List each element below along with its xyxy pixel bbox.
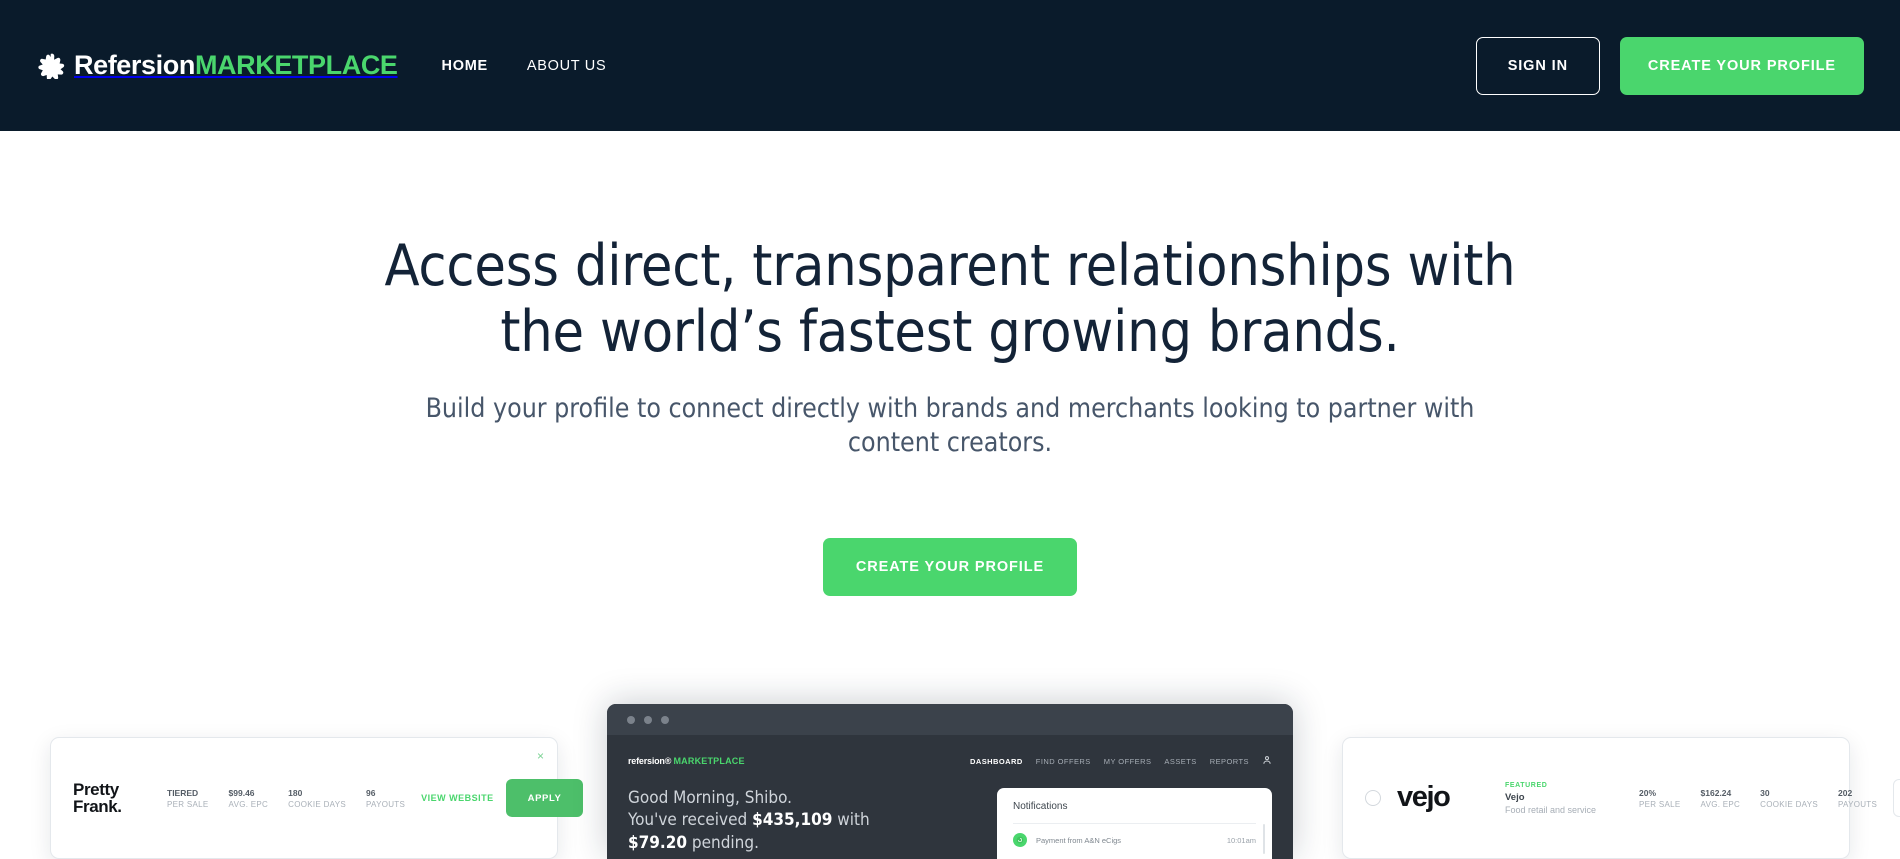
brand-word-marketplace: MARKETPLACE	[194, 50, 398, 80]
notifications-card: Notifications Payment from A&N eCigs 10:…	[997, 788, 1272, 859]
stat-label: PER SALE	[1639, 799, 1681, 809]
stat-label: AVG. EPC	[1700, 799, 1741, 809]
dashboard-brand-word-marketplace: MARKETPLACE	[673, 756, 745, 766]
mockup-stage: Pretty Frank. TIERED PER SALE $99.46 AVG…	[0, 699, 1900, 859]
header-actions: SIGN IN CREATE YOUR PROFILE	[1475, 36, 1864, 95]
offer-logo-pretty-frank: Pretty Frank.	[73, 779, 151, 816]
close-icon[interactable]: ×	[537, 750, 544, 762]
notification-text: Payment from A&N eCigs	[1036, 835, 1122, 845]
offer-name: Vejo	[1505, 791, 1525, 803]
view-website-link[interactable]: VIEW WEBSITE	[421, 793, 494, 803]
offer-logo-vejo: vejo	[1397, 781, 1451, 814]
greeting-post: pending.	[687, 832, 759, 853]
dashboard-greeting: Good Morning, Shibo. You've received $43…	[628, 787, 928, 854]
stat-label: PAYOUTS	[365, 799, 406, 809]
browser-close-dot-icon	[627, 715, 635, 724]
brand-wordmark: RefersionMARKETPLACE	[74, 52, 398, 79]
stat-label: COOKIE DAYS	[1760, 799, 1818, 809]
browser-maximize-dot-icon	[661, 715, 669, 724]
hero-cta-container: CREATE YOUR PROFILE	[0, 538, 1900, 597]
offer-card-pretty-frank[interactable]: Pretty Frank. TIERED PER SALE $99.46 AVG…	[50, 737, 584, 859]
greeting-line-2: You've received $435,109 with $79.20 pen…	[628, 809, 928, 854]
main-navigation: HOME ABOUT US	[442, 58, 607, 74]
stat-value: 96	[365, 787, 376, 798]
offer-stats-vejo: 20% PER SALE $162.24 AVG. EPC 30 COOKIE …	[1639, 788, 1877, 809]
stat-label: PAYOUTS	[1837, 799, 1878, 809]
dashboard-brand-logo: refersion® MARKETPLACE	[628, 756, 745, 766]
apply-button-pretty-frank[interactable]: APPLY	[505, 779, 584, 817]
offer-stat: $162.24 AVG. EPC	[1701, 788, 1741, 809]
offer-stat: TIERED PER SALE	[167, 788, 209, 809]
nav-item-home[interactable]: HOME	[442, 58, 488, 74]
greeting-amount-received: $435,109	[752, 810, 833, 831]
offer-actions-vejo: DETAILS APPLY	[1893, 779, 1900, 817]
offer-select-checkbox[interactable]	[1365, 790, 1381, 806]
stat-value: 30	[1760, 787, 1770, 798]
notifications-scrollbar[interactable]	[1263, 824, 1265, 854]
greeting-mid: with	[832, 810, 870, 831]
dashboard-nav-item-reports[interactable]: REPORTS	[1210, 757, 1249, 766]
stat-value: 180	[288, 787, 303, 798]
hero-section: Access direct, transparent relationships…	[0, 131, 1900, 859]
details-button[interactable]: DETAILS	[1893, 779, 1900, 817]
hero-title: Access direct, transparent relationships…	[384, 233, 1516, 366]
dashboard-browser-mockup: refersion® MARKETPLACE DASHBOARD FIND OF…	[607, 704, 1293, 859]
featured-badge: FEATURED	[1505, 781, 1548, 789]
person-icon[interactable]	[1262, 752, 1272, 770]
offer-stat: 30 COOKIE DAYS	[1760, 788, 1818, 809]
stat-label: PER SALE	[167, 799, 209, 809]
dashboard-nav-item-my-offers[interactable]: MY OFFERS	[1104, 757, 1152, 766]
offer-category: Food retail and service	[1505, 804, 1597, 815]
stat-value: $99.46	[228, 787, 255, 798]
stat-value: $162.24	[1700, 787, 1732, 798]
nav-item-about-us[interactable]: ABOUT US	[527, 58, 606, 74]
clover-asterisk-icon	[38, 52, 65, 79]
offer-stat: 20% PER SALE	[1639, 788, 1681, 809]
stat-label: COOKIE DAYS	[288, 799, 346, 809]
dashboard-navigation: DASHBOARD FIND OFFERS MY OFFERS ASSETS R…	[970, 752, 1272, 770]
stat-label: AVG. EPC	[228, 799, 269, 809]
dashboard-nav-item-assets[interactable]: ASSETS	[1164, 757, 1196, 766]
notification-avatar-icon	[1013, 833, 1027, 847]
browser-title-bar	[607, 704, 1293, 735]
greeting-amount-pending: $79.20	[628, 832, 688, 853]
offer-stat: 96 PAYOUTS	[366, 788, 405, 809]
offer-card-vejo[interactable]: vejo FEATURED Vejo Food retail and servi…	[1342, 737, 1900, 859]
greeting-line-1: Good Morning, Shibo.	[628, 788, 793, 808]
hero-content: Access direct, transparent relationships…	[0, 131, 1900, 597]
dashboard-brand-word-refersion: refersion®	[628, 756, 672, 766]
create-your-profile-button-header[interactable]: CREATE YOUR PROFILE	[1619, 36, 1864, 95]
brand-logo[interactable]: RefersionMARKETPLACE	[38, 52, 398, 79]
notification-item[interactable]: Payment from A&N eCigs 10:01am	[1013, 824, 1256, 847]
stat-value: TIERED	[167, 787, 199, 798]
offer-actions-pretty-frank: VIEW WEBSITE APPLY	[421, 779, 584, 817]
dashboard-topbar: refersion® MARKETPLACE DASHBOARD FIND OF…	[628, 752, 1272, 770]
create-your-profile-button-hero[interactable]: CREATE YOUR PROFILE	[822, 538, 1078, 597]
dashboard-body: refersion® MARKETPLACE DASHBOARD FIND OF…	[607, 735, 1293, 859]
dashboard-nav-item-find-offers[interactable]: FIND OFFERS	[1036, 757, 1091, 766]
brand-word-refersion: Refersion	[74, 50, 195, 80]
sign-in-button[interactable]: SIGN IN	[1475, 36, 1600, 95]
offer-stats-pretty-frank: TIERED PER SALE $99.46 AVG. EPC 180 COOK…	[167, 788, 405, 809]
offer-logo-line-1: Pretty	[73, 779, 119, 799]
offer-logo-line-2: Frank.	[73, 797, 122, 816]
offer-stat: 180 COOKIE DAYS	[288, 788, 346, 809]
dashboard-nav-item-dashboard[interactable]: DASHBOARD	[970, 757, 1023, 766]
offer-stat: 202 PAYOUTS	[1838, 788, 1877, 809]
stat-value: 20%	[1639, 787, 1657, 798]
hero-subtitle: Build your profile to connect directly w…	[425, 393, 1475, 459]
site-header: RefersionMARKETPLACE HOME ABOUT US SIGN …	[0, 0, 1900, 131]
offer-identity-vejo: FEATURED Vejo Food retail and service	[1505, 782, 1623, 815]
stat-value: 202	[1837, 787, 1853, 798]
notifications-title: Notifications	[1013, 801, 1068, 812]
offer-stat: $99.46 AVG. EPC	[229, 788, 269, 809]
greeting-pre: You've received	[628, 810, 753, 831]
browser-minimize-dot-icon	[644, 715, 652, 724]
notification-time: 10:01am	[1226, 835, 1256, 845]
